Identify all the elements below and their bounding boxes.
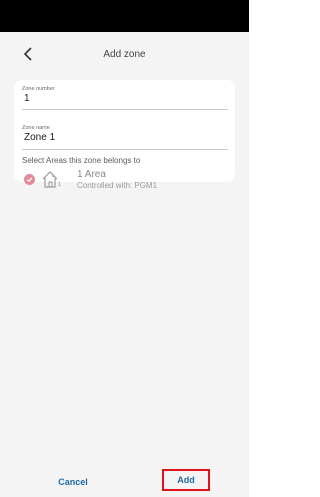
zone-form-card: Zone number 1 Zone name Zone 1 Select Ar… <box>14 80 235 190</box>
areas-caption: Select Areas this zone belongs to <box>22 156 141 165</box>
zone-name-underline <box>22 149 228 150</box>
check-icon[interactable] <box>24 174 35 185</box>
area-name: 1 Area <box>77 169 106 180</box>
area-list-item[interactable]: 1 1 Area Controlled with: PGM1 <box>24 169 224 196</box>
page-title: Add zone <box>103 49 146 60</box>
zone-number-label: Zone number <box>22 86 55 92</box>
zone-number-field[interactable]: Zone number 1 <box>22 86 228 110</box>
footer-actions: Cancel Add <box>0 465 249 497</box>
zone-number-underline <box>22 109 228 110</box>
zone-name-label: Zone name <box>22 125 50 131</box>
app-screen: Add zone Zone number 1 Zone name Zone 1 … <box>0 0 249 497</box>
header: Add zone <box>0 32 249 78</box>
zone-number-value[interactable]: 1 <box>24 93 228 104</box>
zone-name-value[interactable]: Zone 1 <box>24 132 228 143</box>
area-controlled-with: Controlled with: PGM1 <box>77 181 158 190</box>
zone-name-field[interactable]: Zone name Zone 1 <box>22 125 228 150</box>
area-index: 1 <box>58 182 62 188</box>
add-button[interactable]: Add <box>162 469 210 491</box>
status-bar <box>0 0 249 32</box>
cancel-button[interactable]: Cancel <box>48 474 98 490</box>
